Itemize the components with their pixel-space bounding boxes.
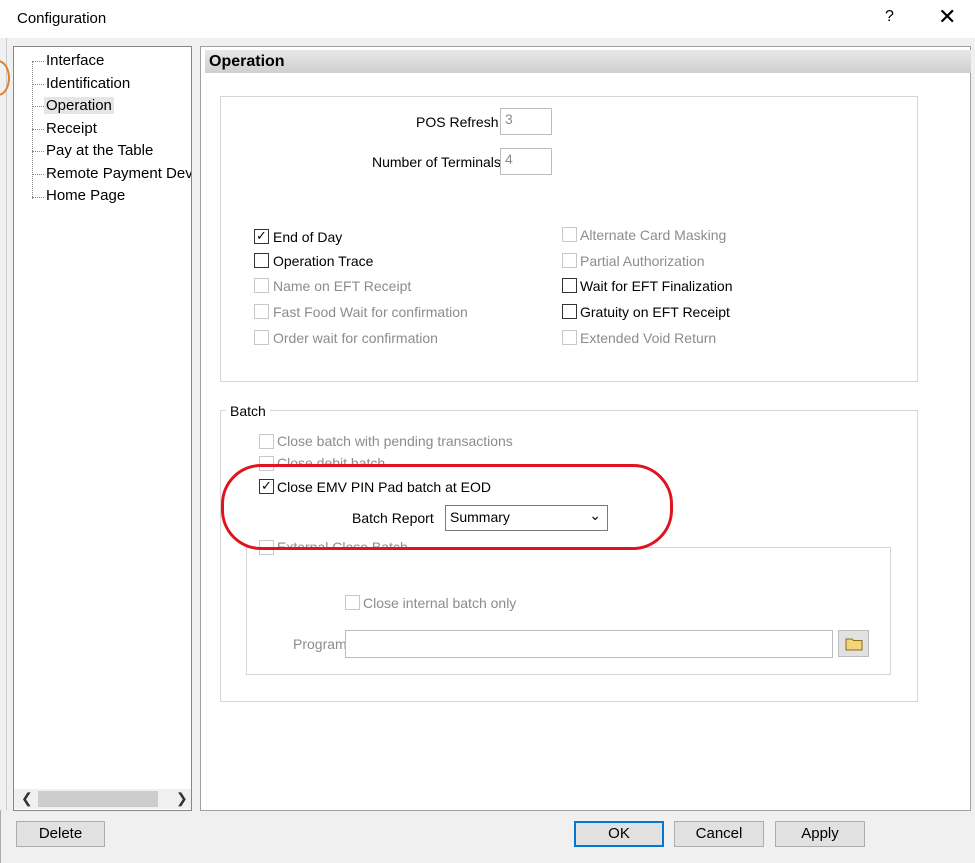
pos-refresh-label: POS Refresh — [416, 114, 499, 130]
tree-item-interface[interactable]: Interface — [46, 52, 104, 69]
pos-refresh-field[interactable]: 3 — [500, 108, 552, 135]
batch-group-label: Batch — [226, 403, 270, 419]
tree-item-receipt[interactable]: Receipt — [46, 120, 97, 137]
wait-for-eft-finalization-label: Wait for EFT Finalization — [580, 278, 733, 294]
close-batch-pending-checkbox[interactable] — [259, 434, 274, 449]
fast-food-wait-label: Fast Food Wait for confirmation — [273, 304, 468, 320]
extended-void-return-checkbox[interactable] — [562, 330, 577, 345]
order-wait-checkbox[interactable] — [254, 330, 269, 345]
tree-item-home-page[interactable]: Home Page — [46, 187, 125, 204]
scrollbar-thumb[interactable] — [38, 791, 158, 807]
background-window-edge — [0, 10, 7, 810]
tree-connector-line — [32, 61, 33, 199]
tree-connector — [32, 129, 44, 130]
tree-connector — [32, 61, 44, 62]
tree-item-operation[interactable]: Operation — [44, 97, 114, 114]
cancel-button[interactable]: Cancel — [674, 821, 764, 847]
end-of-day-checkbox[interactable]: ✓ — [254, 229, 269, 244]
alternate-card-masking-checkbox[interactable] — [562, 227, 577, 242]
delete-button[interactable]: Delete — [16, 821, 105, 847]
highlight-annotation — [221, 464, 673, 550]
panel-header — [205, 50, 971, 73]
tree-connector — [32, 84, 44, 85]
order-wait-label: Order wait for confirmation — [273, 330, 438, 346]
program-label: Program — [293, 636, 347, 652]
scroll-left-icon[interactable]: ❮ — [21, 790, 33, 807]
wait-for-eft-finalization-checkbox[interactable] — [562, 278, 577, 293]
scroll-right-icon[interactable]: ❯ — [176, 790, 188, 807]
panel-title: Operation — [209, 53, 285, 70]
partial-authorization-label: Partial Authorization — [580, 253, 705, 269]
name-on-eft-receipt-label: Name on EFT Receipt — [273, 278, 412, 294]
number-of-terminals-field[interactable]: 4 — [500, 148, 552, 175]
name-on-eft-receipt-checkbox[interactable] — [254, 278, 269, 293]
tree-item-identification[interactable]: Identification — [46, 75, 130, 92]
tree-item-remote-payment-devices[interactable]: Remote Payment Devi — [46, 165, 191, 182]
partial-authorization-checkbox[interactable] — [562, 253, 577, 268]
close-internal-batch-label: Close internal batch only — [363, 595, 517, 611]
operation-trace-label: Operation Trace — [273, 253, 374, 269]
browse-folder-button[interactable] — [838, 630, 869, 657]
close-internal-batch-checkbox[interactable] — [345, 595, 360, 610]
close-icon[interactable]: ✕ — [938, 4, 956, 30]
close-batch-pending-label: Close batch with pending transactions — [277, 433, 513, 449]
window-title: Configuration — [17, 10, 107, 27]
ok-button[interactable]: OK — [574, 821, 664, 847]
gratuity-on-eft-receipt-label: Gratuity on EFT Receipt — [580, 304, 730, 320]
extended-void-return-label: Extended Void Return — [580, 330, 717, 346]
gratuity-on-eft-receipt-checkbox[interactable] — [562, 304, 577, 319]
help-icon[interactable]: ? — [885, 8, 894, 26]
end-of-day-label: End of Day — [273, 229, 343, 245]
tree-connector — [32, 106, 44, 107]
operation-trace-checkbox[interactable] — [254, 253, 269, 268]
alternate-card-masking-label: Alternate Card Masking — [580, 227, 727, 243]
tree-connector — [32, 174, 44, 175]
tree-connector — [32, 151, 44, 152]
apply-button[interactable]: Apply — [775, 821, 865, 847]
fast-food-wait-checkbox[interactable] — [254, 304, 269, 319]
program-field[interactable] — [345, 630, 833, 658]
tree-connector — [32, 197, 44, 198]
number-of-terminals-label: Number of Terminals — [372, 154, 501, 170]
folder-icon — [845, 638, 862, 651]
tree-item-pay-at-the-table[interactable]: Pay at the Table — [46, 142, 153, 159]
title-bar — [0, 0, 975, 38]
navigation-tree[interactable]: Interface Identification Operation Recei… — [13, 46, 192, 811]
